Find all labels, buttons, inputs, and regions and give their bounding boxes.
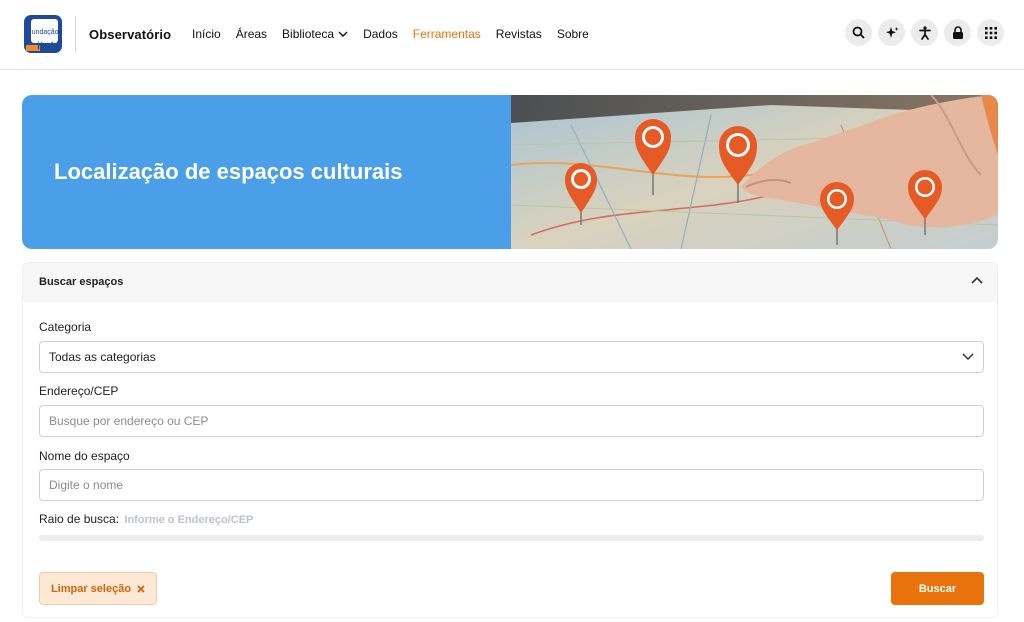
nav-areas[interactable]: Áreas xyxy=(236,27,267,41)
accessibility-button[interactable] xyxy=(911,19,938,46)
hero-banner: Localização de espaços culturais xyxy=(22,95,998,249)
apps-grid-icon xyxy=(984,26,997,39)
space-name-label: Nome do espaço xyxy=(39,449,130,463)
category-select[interactable]: Todas as categorias xyxy=(39,341,984,373)
svg-text:Fundação: Fundação xyxy=(27,29,58,36)
apps-menu-button[interactable] xyxy=(977,19,1004,46)
chevron-up-icon[interactable] xyxy=(971,276,983,284)
banner-text-area: Localização de espaços culturais xyxy=(22,95,511,249)
address-input[interactable] xyxy=(39,405,984,437)
sparkle-icon xyxy=(885,26,898,38)
clear-selection-button[interactable]: Limpar seleção xyxy=(39,572,157,605)
search-panel: Buscar espaços Categoria Todas as catego… xyxy=(22,262,998,618)
svg-text:itaú: itaú xyxy=(37,41,55,52)
page-title: Localização de espaços culturais xyxy=(54,159,403,184)
brand-name[interactable]: Observatório xyxy=(89,27,171,42)
search-panel-header[interactable]: Buscar espaços xyxy=(23,263,997,302)
map-with-pins-image xyxy=(511,95,998,249)
main-nav: Início Áreas Biblioteca Dados Ferramenta… xyxy=(192,27,604,41)
search-submit-button[interactable]: Buscar xyxy=(891,572,984,605)
chevron-down-icon xyxy=(338,31,348,37)
fundacao-itau-logo[interactable]: Fundação itaú xyxy=(24,15,62,53)
nav-revistas[interactable]: Revistas xyxy=(496,27,542,41)
address-label: Endereço/CEP xyxy=(39,384,119,398)
logo-divider xyxy=(75,16,76,52)
radius-label: Raio de busca: Informe o Endereço/CEP xyxy=(39,512,253,526)
chevron-down-icon xyxy=(962,353,974,361)
search-panel-title: Buscar espaços xyxy=(39,276,124,288)
ai-assistant-button[interactable] xyxy=(878,19,905,46)
lock-icon xyxy=(952,26,963,39)
nav-dados[interactable]: Dados xyxy=(363,27,398,41)
site-header: Fundação itaú Observatório Início Áreas … xyxy=(0,0,1024,70)
login-button[interactable] xyxy=(944,19,971,46)
search-button[interactable] xyxy=(845,19,872,46)
header-tools xyxy=(845,19,1004,46)
nav-sobre[interactable]: Sobre xyxy=(557,27,589,41)
category-label: Categoria xyxy=(39,320,92,334)
radius-hint: Informe o Endereço/CEP xyxy=(124,514,254,526)
radius-label-text: Raio de busca: xyxy=(39,512,120,526)
nav-inicio[interactable]: Início xyxy=(192,27,221,41)
search-icon xyxy=(852,26,865,39)
clear-selection-label: Limpar seleção xyxy=(50,582,132,595)
category-selected-value: Todas as categorias xyxy=(49,350,156,364)
nav-biblioteca[interactable]: Biblioteca xyxy=(282,27,348,41)
radius-slider[interactable] xyxy=(39,535,984,541)
accessibility-icon xyxy=(918,25,931,40)
nav-ferramentas[interactable]: Ferramentas xyxy=(413,27,481,41)
close-icon xyxy=(137,584,145,593)
space-name-input[interactable] xyxy=(39,469,984,501)
